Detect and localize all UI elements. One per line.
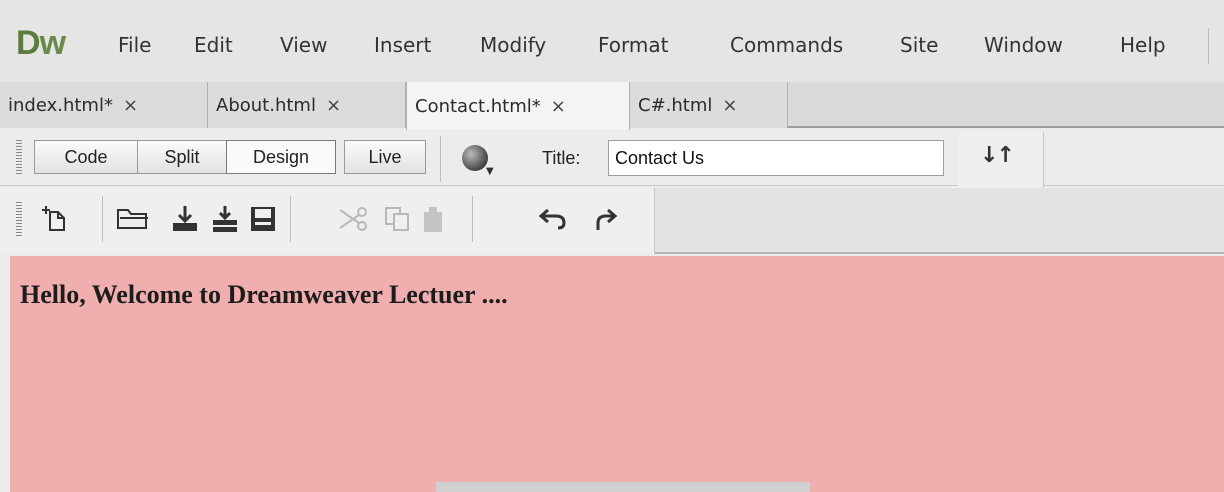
redo-icon[interactable] bbox=[592, 206, 622, 232]
toolbar-divider bbox=[472, 196, 473, 242]
horizontal-scrollbar[interactable] bbox=[436, 482, 810, 492]
menu-commands[interactable]: Commands bbox=[730, 33, 843, 57]
tab-label: C#.html bbox=[638, 94, 713, 116]
menu-help[interactable]: Help bbox=[1120, 33, 1166, 57]
tab-about-html[interactable]: About.html × bbox=[208, 82, 406, 128]
open-icon[interactable] bbox=[116, 206, 150, 232]
tab-label: index.html* bbox=[8, 94, 113, 116]
cut-icon[interactable] bbox=[338, 206, 372, 232]
toolbar-grip[interactable] bbox=[16, 202, 22, 238]
menu-file[interactable]: File bbox=[118, 33, 151, 57]
tab-label: Contact.html* bbox=[415, 95, 541, 117]
paste-icon[interactable] bbox=[418, 204, 448, 234]
dreamweaver-logo: Dw bbox=[16, 24, 66, 62]
page-heading: Hello, Welcome to Dreamweaver Lectuer ..… bbox=[20, 280, 508, 309]
file-management-icon[interactable]: ↓↑ bbox=[980, 143, 1015, 168]
menu-modify[interactable]: Modify bbox=[480, 33, 546, 57]
split-view-button[interactable]: Split bbox=[137, 140, 227, 174]
menu-view[interactable]: View bbox=[280, 33, 327, 57]
browser-preview-icon[interactable] bbox=[462, 145, 488, 171]
design-canvas[interactable]: Hello, Welcome to Dreamweaver Lectuer ..… bbox=[10, 256, 1224, 492]
save-icon[interactable] bbox=[170, 204, 200, 234]
menu-bar: Dw File Edit View Insert Modify Format C… bbox=[0, 0, 1224, 92]
chevron-down-icon[interactable]: ▼ bbox=[486, 166, 494, 177]
toolbar-divider bbox=[290, 196, 291, 242]
page-title-input[interactable] bbox=[608, 140, 944, 176]
new-document-icon[interactable] bbox=[40, 204, 70, 234]
toolbar-grip[interactable] bbox=[16, 140, 22, 176]
tab-index-html[interactable]: index.html* × bbox=[0, 82, 208, 128]
design-view-button[interactable]: Design bbox=[226, 140, 336, 174]
menu-insert[interactable]: Insert bbox=[374, 33, 431, 57]
menu-format[interactable]: Format bbox=[598, 33, 668, 57]
title-label: Title: bbox=[542, 148, 581, 168]
save-all-icon[interactable] bbox=[210, 204, 240, 234]
menu-edit[interactable]: Edit bbox=[194, 33, 233, 57]
menu-window[interactable]: Window bbox=[984, 33, 1063, 57]
live-view-button[interactable]: Live bbox=[344, 140, 426, 174]
undo-icon[interactable] bbox=[538, 206, 568, 232]
tab-label: About.html bbox=[216, 94, 316, 116]
toolbar-divider bbox=[102, 196, 103, 242]
toolbar-divider bbox=[440, 136, 441, 182]
print-icon[interactable] bbox=[248, 204, 278, 234]
close-icon[interactable]: × bbox=[722, 95, 737, 116]
code-view-button[interactable]: Code bbox=[34, 140, 138, 174]
document-tabs: index.html* × About.html × Contact.html*… bbox=[0, 82, 1224, 130]
menu-site[interactable]: Site bbox=[900, 33, 938, 57]
menu-divider bbox=[1208, 28, 1209, 64]
close-icon[interactable]: × bbox=[326, 95, 341, 116]
tab-csharp-html[interactable]: C#.html × bbox=[630, 82, 788, 128]
copy-icon[interactable] bbox=[382, 204, 412, 234]
tab-contact-html[interactable]: Contact.html* × bbox=[406, 82, 630, 130]
close-icon[interactable]: × bbox=[123, 95, 138, 116]
close-icon[interactable]: × bbox=[551, 96, 566, 117]
